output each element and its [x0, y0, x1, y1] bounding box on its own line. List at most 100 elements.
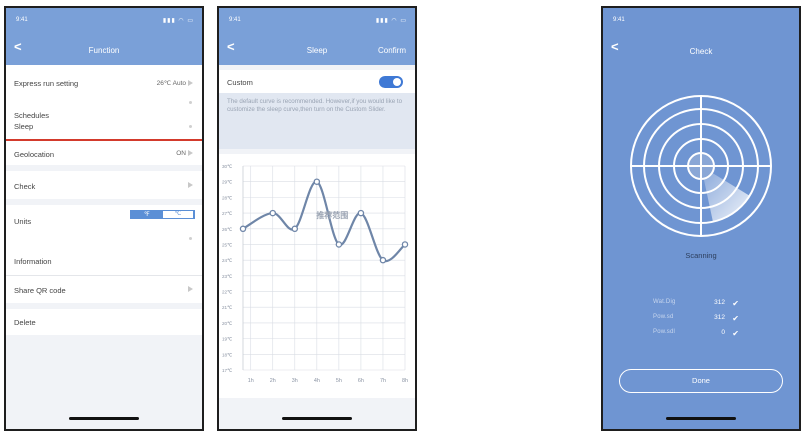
page-title: Function — [88, 46, 120, 55]
function-screen: 9:41 ▮▮▮ ◠ ▭ < Function Express run sett… — [4, 6, 204, 431]
check-item-name: Pow.sdl — [653, 329, 676, 335]
sleep-label[interactable]: Sleep — [14, 122, 33, 131]
custom-label: Custom — [227, 78, 253, 87]
express-run-label: Express run setting — [14, 79, 79, 88]
delete-label: Delete — [14, 318, 36, 327]
home-indicator — [282, 417, 352, 420]
x-tick-label: 1h — [248, 378, 254, 384]
custom-toggle[interactable] — [379, 76, 403, 88]
sleep-screen: 9:41 ▮▮▮ ◠ ▭ < Sleep Confirm Custom The … — [217, 6, 417, 431]
chevron-right-icon — [188, 182, 193, 189]
header: 9:41 ▮▮▮ ◠ ▭ < Sleep Confirm — [219, 8, 415, 65]
y-tick-label: 22℃ — [222, 290, 233, 295]
check-item-value: 312 — [714, 314, 725, 321]
description-text: The default curve is recommended. Howeve… — [219, 93, 415, 149]
x-tick-label: 7h — [380, 378, 386, 384]
check-label: Check — [14, 182, 36, 191]
x-tick-label: 8h — [402, 378, 408, 384]
confirm-button[interactable]: Confirm — [378, 46, 406, 55]
header: 9:41 ▮▮▮ ◠ ▭ < Function — [6, 8, 202, 65]
schedules-label: Schedules — [14, 111, 50, 120]
check-item: Pow.sdl 0 ✔ — [653, 329, 739, 339]
status-time: 9:41 — [16, 17, 28, 23]
status-bar: 9:41 ▮▮▮ ◠ ▭ — [229, 17, 407, 27]
curve-point[interactable] — [239, 225, 247, 233]
units-switch[interactable]: ℉ ℃ — [130, 210, 195, 219]
express-run-row[interactable]: Express run setting 26℃ Auto — [6, 65, 202, 98]
express-run-value: 26℃ Auto — [156, 80, 186, 87]
check-screen: 9:41 < Check Scanning Wat.Dig 312 ✔ Pow.… — [601, 6, 801, 431]
y-tick-label: 30℃ — [222, 164, 233, 169]
geolocation-value: ON — [176, 150, 186, 157]
x-tick-label: 2h — [270, 378, 276, 384]
curve-point[interactable] — [357, 209, 365, 217]
units-row: Units ℉ ℃ — [6, 205, 202, 245]
chevron-right-icon — [188, 150, 193, 157]
chevron-right-icon — [188, 286, 193, 293]
custom-row: Custom — [219, 70, 415, 93]
y-tick-label: 19℃ — [222, 337, 233, 342]
watermark-text: 推荐范围 — [316, 210, 348, 220]
y-tick-label: 26℃ — [222, 227, 233, 232]
home-indicator — [69, 417, 139, 420]
check-item-name: Pow.sd — [653, 314, 674, 320]
status-bar: 9:41 ▮▮▮ ◠ ▭ — [16, 17, 194, 27]
check-item-value: 0 — [721, 329, 725, 336]
signal-wifi-battery-icon: ▮▮▮ ◠ ▭ — [162, 18, 194, 24]
y-tick-label: 21℃ — [222, 305, 233, 310]
check-row[interactable]: Check — [6, 171, 202, 199]
scanning-label: Scanning — [685, 251, 717, 260]
unit-c-option[interactable]: ℃ — [163, 211, 193, 218]
dot-icon — [189, 237, 192, 240]
checkmark-icon: ✔ — [732, 329, 739, 338]
x-tick-label: 5h — [336, 378, 342, 384]
y-tick-label: 25℃ — [222, 242, 233, 247]
y-tick-label: 29℃ — [222, 180, 233, 185]
curve-point[interactable] — [269, 209, 277, 217]
curve-point[interactable] — [335, 241, 343, 248]
schedules-row[interactable]: Schedules Sleep — [6, 98, 202, 139]
check-item: Pow.sd 312 ✔ — [653, 314, 739, 324]
checkmark-icon: ✔ — [732, 299, 739, 308]
sleep-curve-chart: 30℃ 29℃ 28℃ 27℃ 26℃ 25℃ 24℃ 23℃ 22℃ 21℃ 20℃ 19℃ 18℃ 1… — [219, 154, 415, 398]
x-tick-label: 3h — [292, 378, 298, 384]
sleep-curve-line — [242, 180, 406, 263]
unit-f-option[interactable]: ℉ — [144, 211, 150, 218]
dot-icon — [189, 125, 192, 128]
curve-point[interactable] — [313, 178, 321, 185]
delete-row[interactable]: Delete — [6, 309, 202, 335]
chevron-right-icon — [188, 80, 193, 87]
dot-icon — [189, 101, 192, 104]
checkmark-icon: ✔ — [732, 314, 739, 323]
status-bar: 9:41 — [613, 17, 791, 27]
curve-point[interactable] — [379, 256, 387, 264]
check-item: Wat.Dig 312 ✔ — [653, 299, 739, 309]
y-tick-label: 27℃ — [222, 211, 233, 216]
check-item-value: 312 — [714, 299, 725, 306]
y-tick-label: 23℃ — [222, 274, 233, 279]
y-tick-label: 28℃ — [222, 195, 233, 200]
y-tick-label: 20℃ — [222, 321, 233, 326]
radar-icon — [630, 95, 772, 237]
units-label: Units — [14, 217, 32, 226]
done-button[interactable]: Done — [619, 369, 783, 393]
geolocation-label: Geolocation — [14, 150, 55, 159]
curve-point[interactable] — [401, 241, 409, 248]
information-row[interactable]: Information — [6, 245, 202, 275]
y-tick-label: 18℃ — [222, 352, 233, 357]
geolocation-row[interactable]: Geolocation ON — [6, 141, 202, 165]
sleep-curve-svg[interactable]: 30℃ 29℃ 28℃ 27℃ 26℃ 25℃ 24℃ 23℃ 22℃ 21℃ 20℃ 19℃ 18℃ 1… — [219, 154, 415, 398]
home-indicator — [666, 417, 736, 420]
y-tick-label: 24℃ — [222, 258, 233, 263]
check-item-name: Wat.Dig — [653, 299, 676, 305]
status-time: 9:41 — [613, 17, 625, 23]
curve-point[interactable] — [291, 225, 299, 233]
signal-wifi-battery-icon: ▮▮▮ ◠ ▭ — [375, 18, 407, 24]
information-label: Information — [14, 257, 52, 266]
status-time: 9:41 — [229, 17, 241, 23]
x-tick-label: 6h — [358, 378, 364, 384]
x-tick-label: 4h — [314, 378, 320, 384]
y-tick-label: 17℃ — [222, 368, 233, 373]
share-qr-row[interactable]: Share QR code — [6, 276, 202, 303]
share-qr-label: Share QR code — [14, 286, 66, 295]
